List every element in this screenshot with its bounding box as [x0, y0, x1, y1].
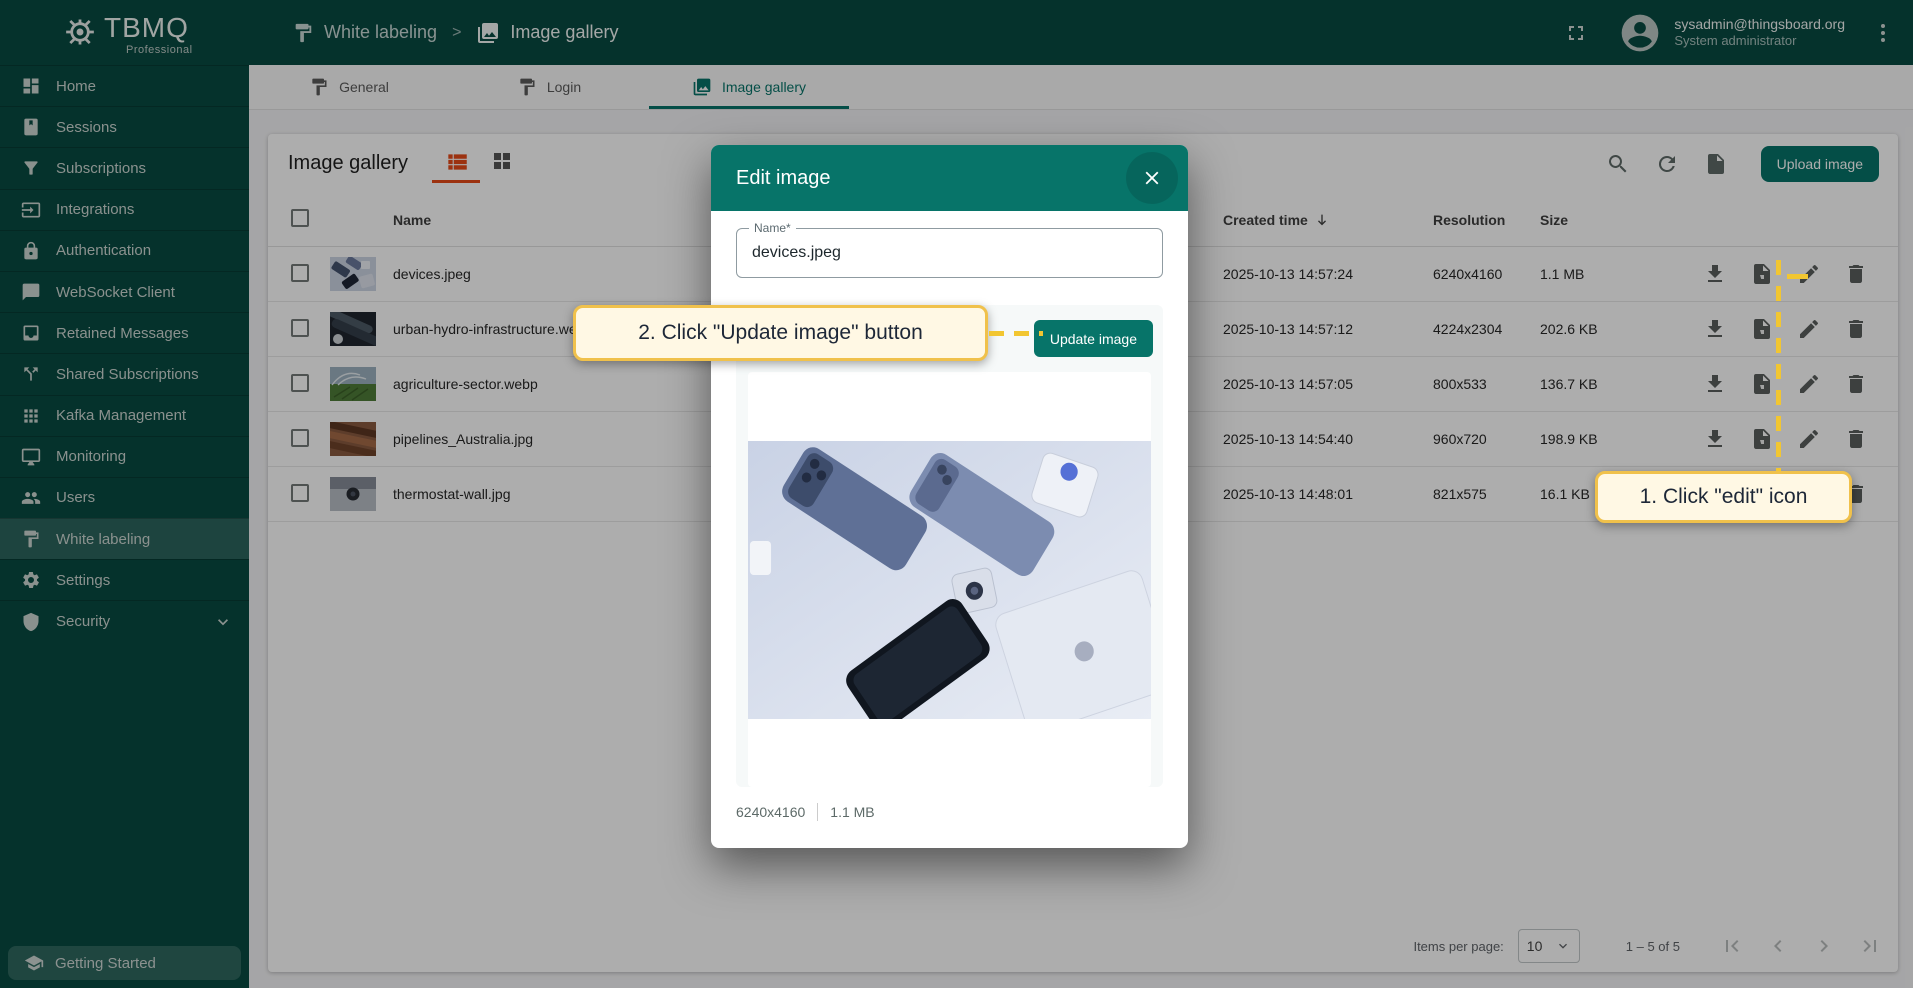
edit-image-dialog: Edit image Name* Update image — [711, 145, 1188, 848]
image-panel: Update image — [736, 305, 1163, 787]
meta-size: 1.1 MB — [830, 804, 874, 820]
dialog-header: Edit image — [711, 145, 1188, 211]
update-image-button[interactable]: Update image — [1034, 320, 1153, 357]
annotation-connector-step-2 — [989, 331, 1043, 336]
devices-photo — [748, 441, 1151, 719]
annotation-step-1: 1. Click "edit" icon — [1595, 471, 1852, 523]
name-field-label: Name* — [749, 221, 796, 235]
name-field: Name* — [736, 228, 1163, 278]
meta-divider — [817, 803, 818, 821]
dialog-title: Edit image — [736, 167, 831, 190]
close-icon[interactable] — [1126, 152, 1178, 204]
annotation-connector-step-1-stub — [1787, 274, 1808, 279]
name-input[interactable] — [737, 229, 1162, 277]
annotation-step-2: 2. Click "Update image" button — [573, 305, 988, 361]
annotation-connector-step-1 — [1776, 260, 1781, 471]
image-meta: 6240x4160 1.1 MB — [736, 803, 1163, 821]
meta-resolution: 6240x4160 — [736, 804, 805, 820]
image-preview — [748, 372, 1151, 787]
dialog-body: Name* Update image — [711, 211, 1188, 821]
